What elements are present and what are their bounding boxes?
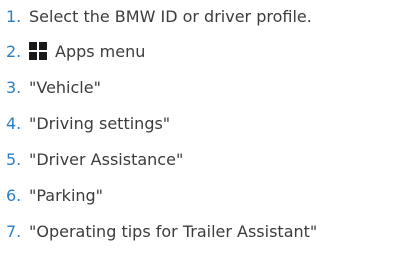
- step-text: "Driver Assistance": [29, 149, 184, 169]
- step-text: Select the BMW ID or driver profile.: [29, 7, 312, 26]
- step-number: 7.: [6, 221, 22, 241]
- apps-grid-icon: [29, 42, 47, 60]
- step-7: 7. "Operating tips for Trailer Assistant…: [6, 213, 411, 249]
- instruction-steps-list: 1. Select the BMW ID or driver profile. …: [6, 0, 411, 249]
- step-text: "Operating tips for Trailer Assistant": [29, 221, 318, 241]
- step-number: 6.: [6, 185, 22, 205]
- step-2: 2. Apps menu: [6, 33, 411, 69]
- step-6: 6. "Parking": [6, 177, 411, 213]
- step-number: 3.: [6, 77, 22, 97]
- step-4: 4. "Driving settings": [6, 105, 411, 141]
- step-text: "Parking": [29, 185, 104, 205]
- step-3: 3. "Vehicle": [6, 69, 411, 105]
- step-number: 1.: [6, 7, 22, 26]
- step-number: 5.: [6, 149, 22, 169]
- step-5: 5. "Driver Assistance": [6, 141, 411, 177]
- step-text: "Driving settings": [29, 113, 171, 133]
- step-1: 1. Select the BMW ID or driver profile.: [6, 0, 411, 33]
- step-text: "Vehicle": [29, 77, 101, 97]
- step-number: 4.: [6, 113, 22, 133]
- step-number: 2.: [6, 41, 22, 61]
- step-text: Apps menu: [55, 41, 146, 61]
